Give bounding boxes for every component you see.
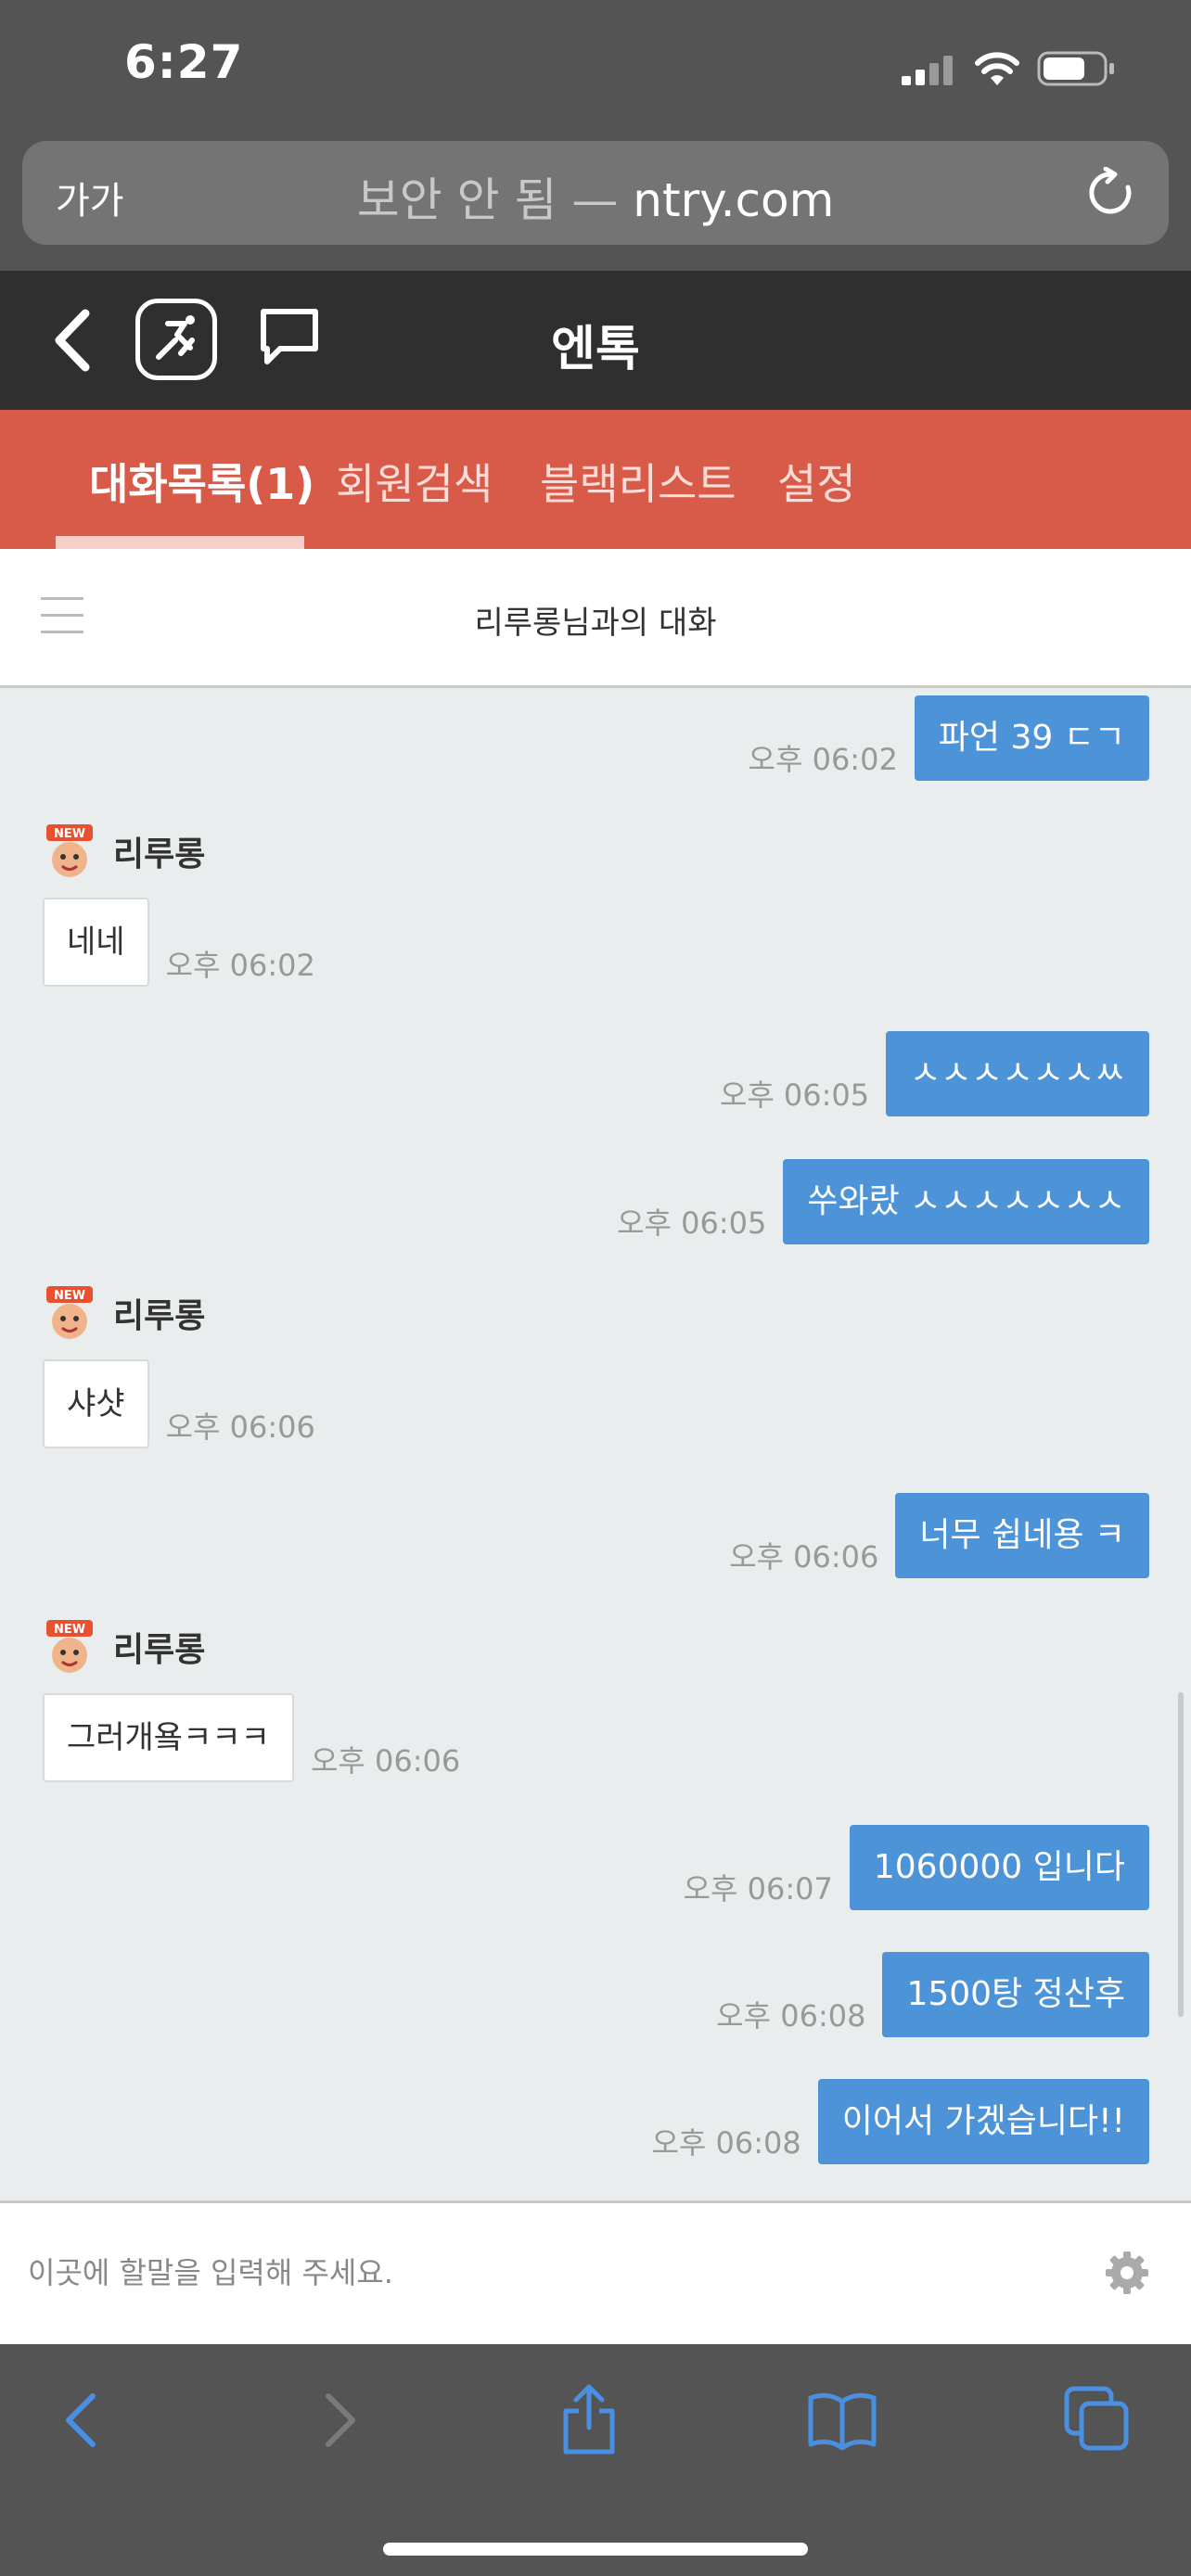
conversation-header: 리루롱님과의 대화 [0,549,1191,688]
tab-settings[interactable]: 설정 [777,451,856,512]
message-incoming: 네네 오후 06:02 [43,898,315,987]
message-outgoing: 오후 06:05 ㅅㅅㅅㅅㅅㅅㅆ [720,1031,1149,1116]
message-outgoing: 오후 06:02 파언 39 ㄷㄱ [749,695,1149,781]
message-time: 오후 06:08 [651,2125,801,2161]
message-input[interactable] [28,2240,1048,2305]
message-time: 오후 06:05 [719,1078,870,1113]
cellular-signal-icon [902,56,953,85]
message-outgoing: 오후 06:06 너무 쉽네용 ㅋ [729,1493,1149,1578]
gear-icon[interactable] [1104,2250,1150,2296]
message-time: 오후 06:02 [165,948,315,983]
conversation-title: 리루롱님과의 대화 [474,605,717,642]
app-header: 엔톡 [0,271,1191,410]
browser-chrome: 6:27 가가 보안 안 됨 — ntry.com [0,0,1191,271]
browser-toolbar [0,2344,1191,2576]
message-list[interactable]: 오후 06:02 파언 39 ㄷㄱ NEW 리루롱 네네 오후 06:02 오후… [0,691,1191,2200]
message-bubble: 너무 쉽네용 ㅋ [895,1493,1149,1578]
message-bubble: 파언 39 ㄷㄱ [914,695,1149,781]
message-sender: NEW 리루롱 [43,1286,205,1340]
new-badge-text: NEW [54,1623,85,1637]
reload-icon[interactable] [1087,167,1135,219]
message-bubble: 그러개욬ㅋㅋㅋ [43,1693,294,1782]
message-time: 오후 06:05 [617,1205,767,1241]
new-badge-text: NEW [54,1289,85,1303]
message-time: 오후 06:02 [748,742,898,777]
message-bubble: 1500탕 정산후 [882,1952,1149,2037]
message-sender: NEW 리루롱 [43,824,205,878]
message-time: 오후 06:06 [729,1539,879,1575]
back-arrow-icon[interactable] [59,2391,102,2450]
message-sender: NEW 리루롱 [43,1620,205,1674]
scrollbar[interactable] [1178,1692,1184,2017]
message-time: 오후 06:08 [716,1998,866,2034]
forward-arrow-icon[interactable] [319,2391,362,2450]
new-user-avatar-icon: NEW [46,824,93,877]
message-bubble: 쑤와랐 ㅅㅅㅅㅅㅅㅅㅅ [783,1159,1149,1244]
status-time: 6:27 [124,35,244,89]
sender-name: 리루롱 [113,1297,206,1335]
share-icon[interactable] [560,2381,618,2455]
new-user-avatar-icon: NEW [46,1286,93,1339]
sender-name: 리루롱 [113,835,206,874]
message-bubble: 샤샷 [43,1359,149,1448]
new-badge-text: NEW [54,827,85,841]
message-time: 오후 06:06 [165,1409,315,1445]
tabs-icon[interactable] [1063,2385,1130,2452]
home-indicator [383,2543,808,2556]
message-input-bar [0,2200,1191,2344]
message-bubble: 1060000 입니다 [849,1825,1149,1910]
tab-bar: 대화목록(1) 회원검색 블랙리스트 설정 [0,410,1191,549]
url-security-label: 보안 안 됨 — [356,173,619,227]
message-time: 오후 06:06 [310,1743,461,1779]
tab-chat-list[interactable]: 대화목록(1) [89,451,314,512]
url-domain: ntry.com [633,173,835,227]
message-outgoing: 오후 06:05 쑤와랐 ㅅㅅㅅㅅㅅㅅㅅ [617,1159,1149,1244]
message-incoming: 그러개욬ㅋㅋㅋ 오후 06:06 [43,1693,460,1782]
message-outgoing: 오후 06:07 1060000 입니다 [684,1825,1149,1910]
message-time: 오후 06:07 [683,1871,833,1906]
message-bubble: ㅅㅅㅅㅅㅅㅅㅆ [886,1031,1149,1116]
active-tab-indicator [56,536,304,549]
battery-icon [1037,51,1114,86]
sender-name: 리루롱 [113,1631,206,1669]
message-incoming: 샤샷 오후 06:06 [43,1359,315,1448]
message-bubble: 네네 [43,898,149,987]
message-outgoing: 오후 06:08 1500탕 정산후 [716,1952,1149,2037]
message-bubble: 이어서 가겠습니다!! [817,2079,1149,2164]
wifi-icon [975,52,1019,85]
message-outgoing: 오후 06:08 이어서 가겠습니다!! [651,2079,1149,2164]
url-text[interactable]: 보안 안 됨 — ntry.com [22,163,1169,230]
tab-blacklist[interactable]: 블랙리스트 [540,451,736,512]
app-title: 엔톡 [551,322,640,377]
tab-member-search[interactable]: 회원검색 [336,451,493,512]
address-bar[interactable]: 가가 보안 안 됨 — ntry.com [22,141,1169,245]
bookmarks-icon[interactable] [807,2391,877,2450]
new-user-avatar-icon: NEW [46,1620,93,1673]
